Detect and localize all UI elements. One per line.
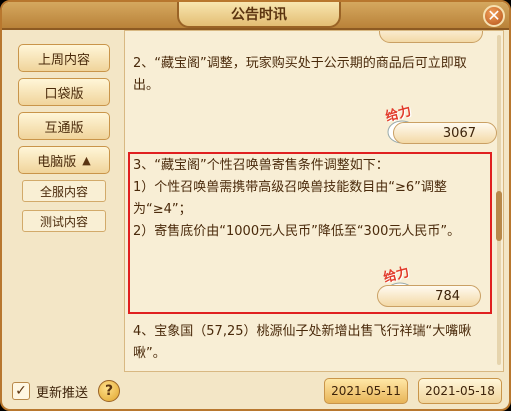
subitem-label: 测试内容	[39, 214, 88, 229]
close-button[interactable]: ✕	[483, 5, 505, 27]
scrollbar-thumb[interactable]	[496, 191, 502, 241]
date-button[interactable]: 2021-05-18	[418, 378, 502, 404]
subitem-label: 全服内容	[39, 184, 88, 199]
sidebar-item-label: 互通版	[44, 120, 84, 136]
sidebar-item-label: 口袋版	[44, 86, 84, 102]
sidebar-item-crossplay[interactable]: 互通版	[18, 112, 110, 140]
checkmark-icon: ✓	[15, 383, 27, 399]
sidebar: 上周内容 口袋版 互通版 电脑版 ▲ 全服内容 测试内容	[12, 40, 116, 370]
date-label: 2021-05-11	[331, 384, 401, 398]
help-icon[interactable]: ?	[98, 380, 120, 402]
sidebar-subitem-all-servers[interactable]: 全服内容	[22, 180, 106, 202]
sidebar-subitem-test[interactable]: 测试内容	[22, 210, 106, 232]
date-label: 2021-05-18	[425, 384, 495, 398]
announcement-item-2: 2、“藏宝阁”调整，玩家购买处于公示期的商品后可立即取出。	[133, 56, 467, 93]
like-count: 3067	[442, 125, 476, 141]
like-pill-partial[interactable]	[379, 31, 483, 43]
highlight-box	[128, 152, 492, 314]
announcement-window: 公告时讯 ✕ 上周内容 口袋版 互通版 电脑版 ▲ 全服内容 测试内容 2、“藏…	[0, 0, 511, 411]
sidebar-item-label: 上周内容	[37, 52, 90, 68]
auto-push-label: 更新推送	[36, 386, 89, 401]
sidebar-item-pocket[interactable]: 口袋版	[18, 78, 110, 106]
like-button[interactable]: 3067	[393, 122, 497, 144]
sidebar-item-last-week[interactable]: 上周内容	[18, 44, 110, 72]
sidebar-item-label: 电脑版	[37, 154, 77, 170]
footer: ✓ 更新推送 ? 2021-05-11 2021-05-18	[2, 374, 509, 409]
close-icon: ✕	[487, 6, 501, 25]
sidebar-item-pc[interactable]: 电脑版 ▲	[18, 146, 110, 174]
date-button[interactable]: 2021-05-11	[324, 378, 408, 404]
title-bar: 公告时讯 ✕	[2, 2, 509, 30]
auto-push-checkbox[interactable]: ✓	[12, 382, 30, 400]
window-title: 公告时讯	[177, 2, 341, 28]
announcement-item-4: 4、宝象国（57,25）桃源仙子处新增出售飞行祥瑞“大嘴啾啾”。	[133, 324, 472, 361]
chevron-up-icon: ▲	[82, 153, 91, 167]
